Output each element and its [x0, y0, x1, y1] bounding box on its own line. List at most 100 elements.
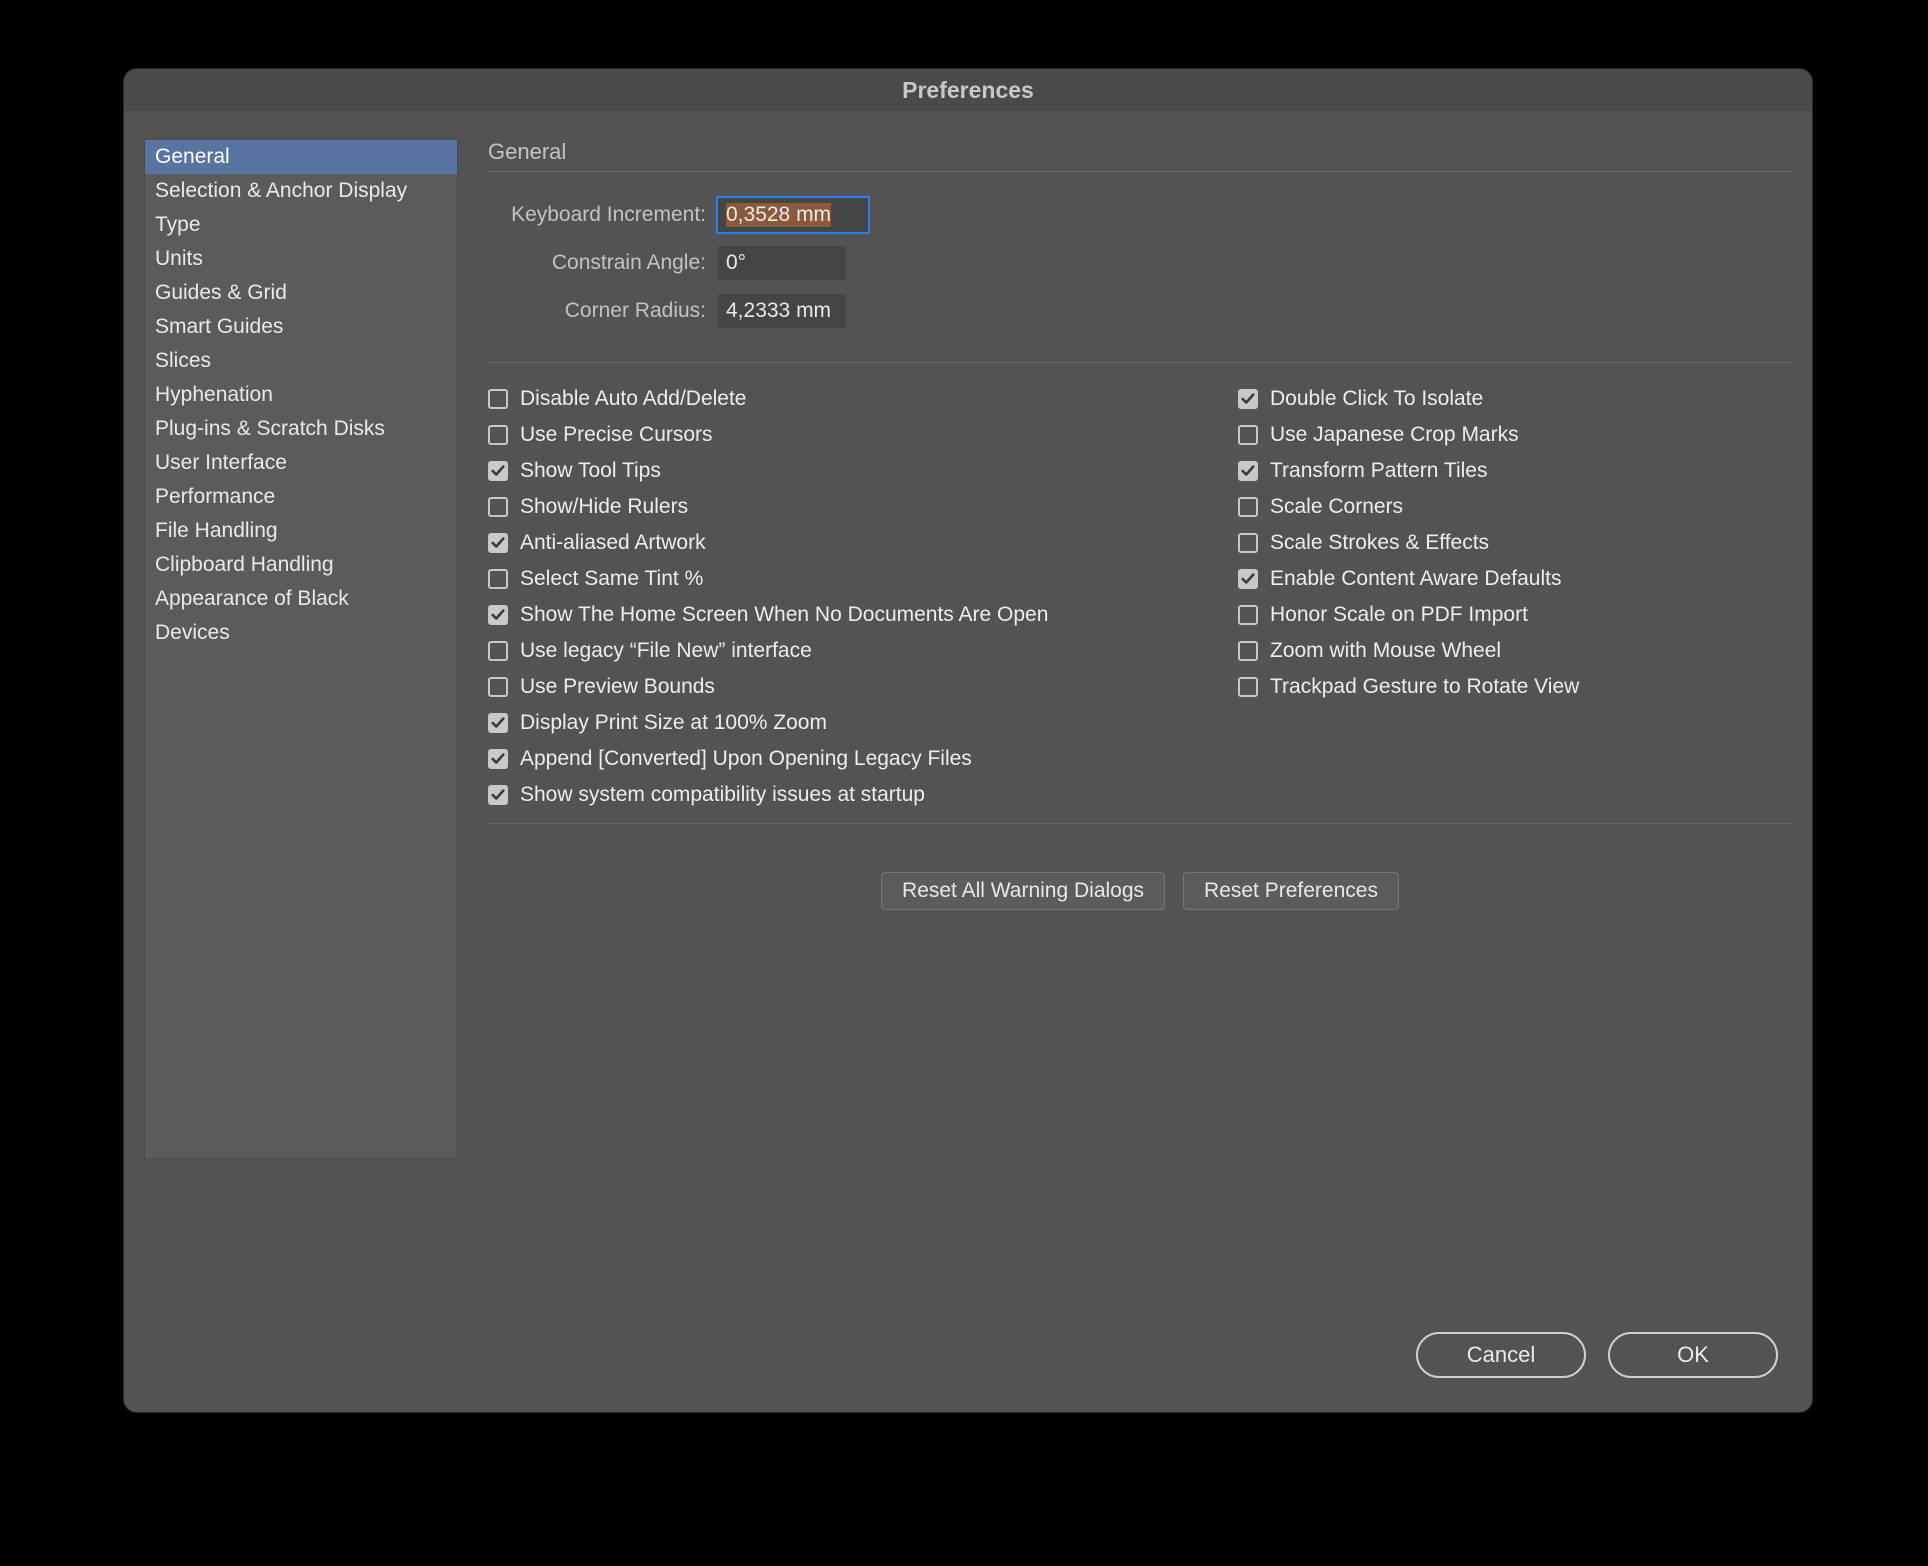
checkbox-icon — [488, 533, 508, 553]
checkbox-icon — [488, 749, 508, 769]
dialog-title: Preferences — [124, 69, 1812, 111]
checkbox-icon — [1238, 641, 1258, 661]
checkbox-icon — [488, 497, 508, 517]
checkbox-icon — [1238, 497, 1258, 517]
checkbox-icon — [488, 461, 508, 481]
sidebar-item-clipboard-handling[interactable]: Clipboard Handling — [145, 548, 457, 582]
checkbox-scale-corners[interactable]: Scale Corners — [1238, 489, 1579, 525]
checkbox-column-left: Disable Auto Add/Delete Use Precise Curso… — [488, 381, 1188, 813]
checkbox-icon — [1238, 533, 1258, 553]
checkbox-label: Show system compatibility issues at star… — [520, 783, 925, 807]
sidebar-item-performance[interactable]: Performance — [145, 480, 457, 514]
checkbox-use-legacy-file-new-interface[interactable]: Use legacy “File New” interface — [488, 633, 1188, 669]
checkbox-show-hide-rulers[interactable]: Show/Hide Rulers — [488, 489, 1188, 525]
checkbox-label: Trackpad Gesture to Rotate View — [1270, 675, 1579, 699]
checkbox-label: Show/Hide Rulers — [520, 495, 688, 519]
divider — [488, 362, 1792, 363]
checkbox-icon — [1238, 605, 1258, 625]
checkbox-label: Use legacy “File New” interface — [520, 639, 812, 663]
checkbox-icon — [488, 641, 508, 661]
checkbox-icon — [1238, 677, 1258, 697]
checkbox-label: Use Japanese Crop Marks — [1270, 423, 1519, 447]
sidebar-item-selection-anchor-display[interactable]: Selection & Anchor Display — [145, 174, 457, 208]
checkbox-label: Disable Auto Add/Delete — [520, 387, 747, 411]
checkbox-icon — [488, 389, 508, 409]
checkbox-scale-strokes-effects[interactable]: Scale Strokes & Effects — [1238, 525, 1579, 561]
keyboard-increment-input[interactable] — [718, 198, 868, 232]
keyboard-increment-row: Keyboard Increment: — [488, 198, 1792, 232]
checkbox-label: Double Click To Isolate — [1270, 387, 1483, 411]
checkbox-anti-aliased-artwork[interactable]: Anti-aliased Artwork — [488, 525, 1188, 561]
checkbox-label: Use Precise Cursors — [520, 423, 713, 447]
sidebar-item-appearance-of-black[interactable]: Appearance of Black — [145, 582, 457, 616]
sidebar-item-units[interactable]: Units — [145, 242, 457, 276]
section-title: General — [488, 139, 1792, 172]
sidebar-item-devices[interactable]: Devices — [145, 616, 457, 650]
checkbox-zoom-with-mouse-wheel[interactable]: Zoom with Mouse Wheel — [1238, 633, 1579, 669]
corner-radius-row: Corner Radius: — [488, 294, 1792, 328]
checkbox-label: Enable Content Aware Defaults — [1270, 567, 1561, 591]
sidebar-item-type[interactable]: Type — [145, 208, 457, 242]
checkbox-label: Transform Pattern Tiles — [1270, 459, 1487, 483]
checkbox-label: Zoom with Mouse Wheel — [1270, 639, 1501, 663]
reset-warnings-button[interactable]: Reset All Warning Dialogs — [881, 872, 1165, 910]
checkbox-icon — [488, 425, 508, 445]
checkbox-label: Use Preview Bounds — [520, 675, 715, 699]
divider — [488, 823, 1792, 824]
cancel-button[interactable]: Cancel — [1416, 1332, 1586, 1378]
checkbox-show-tool-tips[interactable]: Show Tool Tips — [488, 453, 1188, 489]
sidebar-item-general[interactable]: General — [145, 140, 457, 174]
checkbox-icon — [488, 605, 508, 625]
checkbox-enable-content-aware-defaults[interactable]: Enable Content Aware Defaults — [1238, 561, 1579, 597]
preferences-main: General Keyboard Increment: Constrain An… — [488, 139, 1792, 1312]
sidebar-item-slices[interactable]: Slices — [145, 344, 457, 378]
preferences-dialog: Preferences GeneralSelection & Anchor Di… — [123, 68, 1813, 1413]
dialog-body: GeneralSelection & Anchor DisplayTypeUni… — [124, 111, 1812, 1332]
sidebar-item-user-interface[interactable]: User Interface — [145, 446, 457, 480]
checkbox-disable-auto-add-delete[interactable]: Disable Auto Add/Delete — [488, 381, 1188, 417]
checkbox-transform-pattern-tiles[interactable]: Transform Pattern Tiles — [1238, 453, 1579, 489]
sidebar-item-file-handling[interactable]: File Handling — [145, 514, 457, 548]
constrain-angle-input[interactable] — [718, 246, 846, 280]
checkbox-append-converted-upon-opening-legacy-files[interactable]: Append [Converted] Upon Opening Legacy F… — [488, 741, 1188, 777]
checkbox-trackpad-gesture-to-rotate-view[interactable]: Trackpad Gesture to Rotate View — [1238, 669, 1579, 705]
corner-radius-label: Corner Radius: — [488, 299, 718, 323]
checkbox-show-the-home-screen-when-no-documents-are-open[interactable]: Show The Home Screen When No Documents A… — [488, 597, 1188, 633]
checkbox-label: Honor Scale on PDF Import — [1270, 603, 1528, 627]
sidebar-item-hyphenation[interactable]: Hyphenation — [145, 378, 457, 412]
checkbox-label: Scale Strokes & Effects — [1270, 531, 1489, 555]
checkbox-icon — [1238, 569, 1258, 589]
corner-radius-input[interactable] — [718, 294, 846, 328]
checkbox-label: Scale Corners — [1270, 495, 1403, 519]
checkbox-use-preview-bounds[interactable]: Use Preview Bounds — [488, 669, 1188, 705]
preferences-sidebar: GeneralSelection & Anchor DisplayTypeUni… — [144, 139, 458, 1159]
constrain-angle-row: Constrain Angle: — [488, 246, 1792, 280]
ok-button[interactable]: OK — [1608, 1332, 1778, 1378]
checkbox-select-same-tint[interactable]: Select Same Tint % — [488, 561, 1188, 597]
checkbox-icon — [1238, 425, 1258, 445]
dialog-footer: Cancel OK — [124, 1332, 1812, 1412]
constrain-angle-label: Constrain Angle: — [488, 251, 718, 275]
checkbox-label: Show The Home Screen When No Documents A… — [520, 603, 1048, 627]
checkbox-double-click-to-isolate[interactable]: Double Click To Isolate — [1238, 381, 1579, 417]
reset-preferences-button[interactable]: Reset Preferences — [1183, 872, 1399, 910]
checkbox-label: Show Tool Tips — [520, 459, 661, 483]
sidebar-item-guides-grid[interactable]: Guides & Grid — [145, 276, 457, 310]
checkbox-label: Display Print Size at 100% Zoom — [520, 711, 827, 735]
sidebar-item-smart-guides[interactable]: Smart Guides — [145, 310, 457, 344]
sidebar-item-plug-ins-scratch-disks[interactable]: Plug-ins & Scratch Disks — [145, 412, 457, 446]
checkbox-icon — [488, 677, 508, 697]
checkbox-use-precise-cursors[interactable]: Use Precise Cursors — [488, 417, 1188, 453]
checkbox-label: Select Same Tint % — [520, 567, 703, 591]
checkbox-label: Anti-aliased Artwork — [520, 531, 706, 555]
checkbox-use-japanese-crop-marks[interactable]: Use Japanese Crop Marks — [1238, 417, 1579, 453]
checkbox-honor-scale-on-pdf-import[interactable]: Honor Scale on PDF Import — [1238, 597, 1579, 633]
checkbox-label: Append [Converted] Upon Opening Legacy F… — [520, 747, 972, 771]
checkbox-show-system-compatibility-issues-at-startup[interactable]: Show system compatibility issues at star… — [488, 777, 1188, 813]
checkbox-column-right: Double Click To Isolate Use Japanese Crop… — [1238, 381, 1579, 813]
checkbox-columns: Disable Auto Add/Delete Use Precise Curso… — [488, 381, 1792, 813]
checkbox-icon — [488, 713, 508, 733]
reset-button-row: Reset All Warning Dialogs Reset Preferen… — [488, 852, 1792, 910]
checkbox-icon — [488, 569, 508, 589]
checkbox-display-print-size-at-100-zoom[interactable]: Display Print Size at 100% Zoom — [488, 705, 1188, 741]
